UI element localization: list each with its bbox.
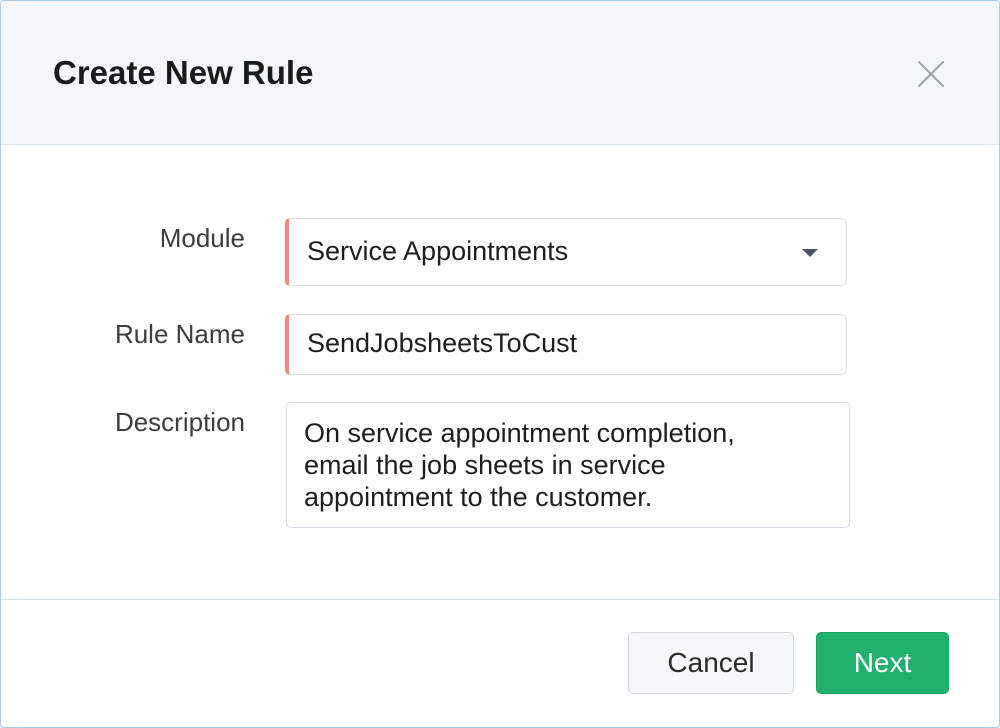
cancel-button[interactable]: Cancel <box>628 632 794 694</box>
dialog-title: Create New Rule <box>53 54 314 91</box>
rule-name-input[interactable]: SendJobsheetsToCust <box>285 314 847 375</box>
description-textarea[interactable]: On service appointment completion, email… <box>286 402 850 528</box>
close-icon[interactable] <box>911 54 951 94</box>
create-rule-dialog: Create New Rule Module Service Appointme… <box>0 0 1000 728</box>
footer-divider <box>1 599 999 600</box>
module-label: Module <box>159 223 245 253</box>
description-value: On service appointment completion, email… <box>304 418 735 512</box>
rule-name-value: SendJobsheetsToCust <box>307 328 578 358</box>
module-select[interactable]: Service Appointments <box>285 218 847 286</box>
module-selected-value: Service Appointments <box>307 236 569 266</box>
rule-name-label: Rule Name <box>114 319 245 349</box>
caret-down-icon <box>802 249 818 257</box>
next-button[interactable]: Next <box>816 632 949 694</box>
description-label: Description <box>114 407 245 437</box>
dialog-header: Create New Rule <box>1 1 999 145</box>
